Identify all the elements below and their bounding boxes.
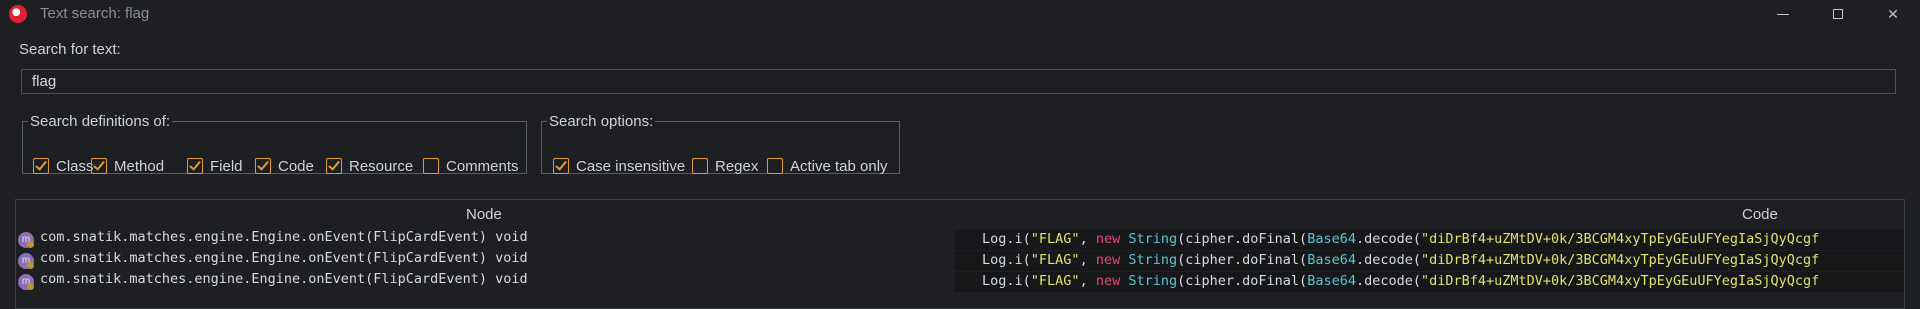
jadx-app-icon bbox=[9, 5, 27, 23]
search-options-legend: Search options: bbox=[549, 113, 654, 130]
checkbox-icon[interactable] bbox=[187, 158, 203, 174]
checkbox-label: Resource bbox=[349, 157, 414, 175]
table-row[interactable]: m com.snatik.matches.engine.Engine.onEve… bbox=[16, 271, 1904, 292]
checkbox-regex[interactable]: Regex bbox=[692, 156, 758, 176]
close-icon[interactable]: ✕ bbox=[1870, 0, 1916, 28]
checkbox-icon[interactable] bbox=[423, 158, 439, 174]
checkbox-icon[interactable] bbox=[692, 158, 708, 174]
checkbox-label: Comments bbox=[446, 157, 519, 175]
checkbox-label: Class bbox=[56, 157, 94, 175]
checkbox-label: Code bbox=[278, 157, 314, 175]
title-bar: Text search: flag ✕ bbox=[0, 0, 1920, 28]
method-icon: m bbox=[18, 232, 34, 248]
search-definitions-legend: Search definitions of: bbox=[30, 113, 171, 130]
code-snippet: Log.i("FLAG", new String(cipher.doFinal(… bbox=[954, 272, 1904, 292]
checkbox-method[interactable]: Method bbox=[91, 156, 164, 176]
checkbox-icon[interactable] bbox=[326, 158, 342, 174]
checkbox-label: Active tab only bbox=[790, 157, 888, 175]
search-label: Search for text: bbox=[19, 41, 121, 58]
code-snippet: Log.i("FLAG", new String(cipher.doFinal(… bbox=[954, 251, 1904, 271]
checkbox-field[interactable]: Field bbox=[187, 156, 243, 176]
node-text: com.snatik.matches.engine.Engine.onEvent… bbox=[40, 271, 528, 287]
checkbox-resource[interactable]: Resource bbox=[326, 156, 413, 176]
maximize-icon[interactable] bbox=[1815, 0, 1861, 28]
node-text: com.snatik.matches.engine.Engine.onEvent… bbox=[40, 229, 528, 245]
checkbox-icon[interactable] bbox=[255, 158, 271, 174]
checkbox-label: Case insensitive bbox=[576, 157, 686, 175]
checkbox-case-insensitive[interactable]: Case insensitive bbox=[553, 156, 685, 176]
checkbox-comments[interactable]: Comments bbox=[423, 156, 519, 176]
checkbox-active-tab-only[interactable]: Active tab only bbox=[767, 156, 888, 176]
minimize-icon[interactable] bbox=[1760, 0, 1806, 28]
node-text: com.snatik.matches.engine.Engine.onEvent… bbox=[40, 250, 528, 266]
search-options-group: Search options: Case insensitive Regex A… bbox=[541, 113, 900, 176]
method-icon: m bbox=[18, 253, 34, 269]
checkbox-label: Field bbox=[210, 157, 243, 175]
column-header-code[interactable]: Code bbox=[1742, 206, 1778, 223]
search-definitions-group: Search definitions of: Class Method Fiel… bbox=[22, 113, 527, 176]
checkbox-icon[interactable] bbox=[553, 158, 569, 174]
checkbox-class[interactable]: Class bbox=[33, 156, 94, 176]
checkbox-label: Regex bbox=[715, 157, 759, 175]
checkbox-label: Method bbox=[114, 157, 165, 175]
checkbox-icon[interactable] bbox=[33, 158, 49, 174]
window-title: Text search: flag bbox=[40, 5, 150, 22]
checkbox-code[interactable]: Code bbox=[255, 156, 314, 176]
search-input[interactable] bbox=[21, 69, 1896, 94]
table-row[interactable]: m com.snatik.matches.engine.Engine.onEve… bbox=[16, 229, 1904, 250]
code-snippet: Log.i("FLAG", new String(cipher.doFinal(… bbox=[954, 230, 1904, 250]
method-icon: m bbox=[18, 274, 34, 290]
checkbox-icon[interactable] bbox=[767, 158, 783, 174]
table-row[interactable]: m com.snatik.matches.engine.Engine.onEve… bbox=[16, 250, 1904, 271]
checkbox-icon[interactable] bbox=[91, 158, 107, 174]
column-header-node[interactable]: Node bbox=[466, 206, 502, 223]
